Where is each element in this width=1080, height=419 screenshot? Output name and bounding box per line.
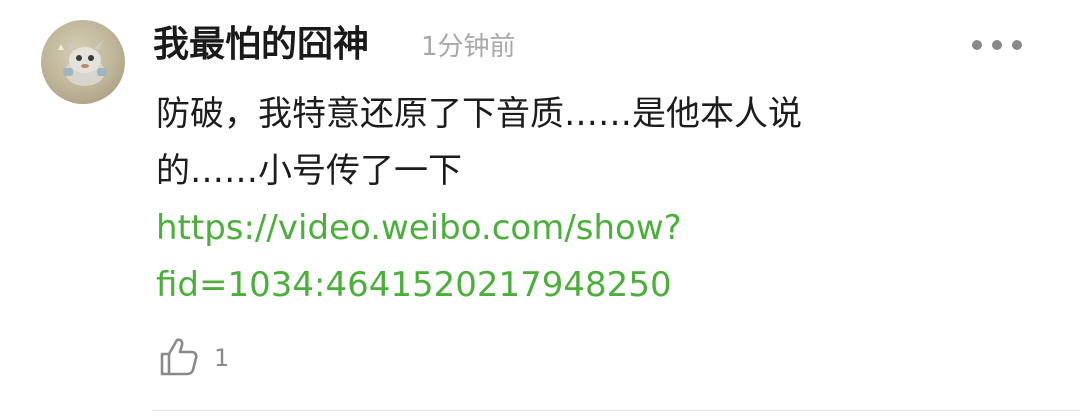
more-dot: [1012, 40, 1022, 50]
video-link[interactable]: fid=1034:4641520217948250: [156, 257, 956, 314]
thumbs-up-icon: [160, 338, 198, 376]
comment-text: 防破，我特意还原了下音质……是他本人说 的……小号传了一下 https://vi…: [156, 86, 956, 314]
video-link[interactable]: https://video.weibo.com/show?: [156, 200, 956, 257]
like-count: 1: [214, 344, 230, 372]
divider: [152, 410, 1080, 411]
avatar-image: [58, 40, 107, 86]
more-options-button[interactable]: [972, 30, 1022, 60]
username[interactable]: 我最怕的囧神: [153, 22, 369, 68]
more-dot: [992, 40, 1002, 50]
timestamp: 1分钟前: [421, 32, 516, 62]
comment-text-line: 防破，我特意还原了下音质……是他本人说: [156, 94, 802, 134]
like-button[interactable]: 1: [158, 336, 229, 378]
more-dot: [972, 40, 982, 50]
comment-text-line: 的……小号传了一下: [156, 151, 462, 191]
avatar[interactable]: [41, 20, 125, 104]
